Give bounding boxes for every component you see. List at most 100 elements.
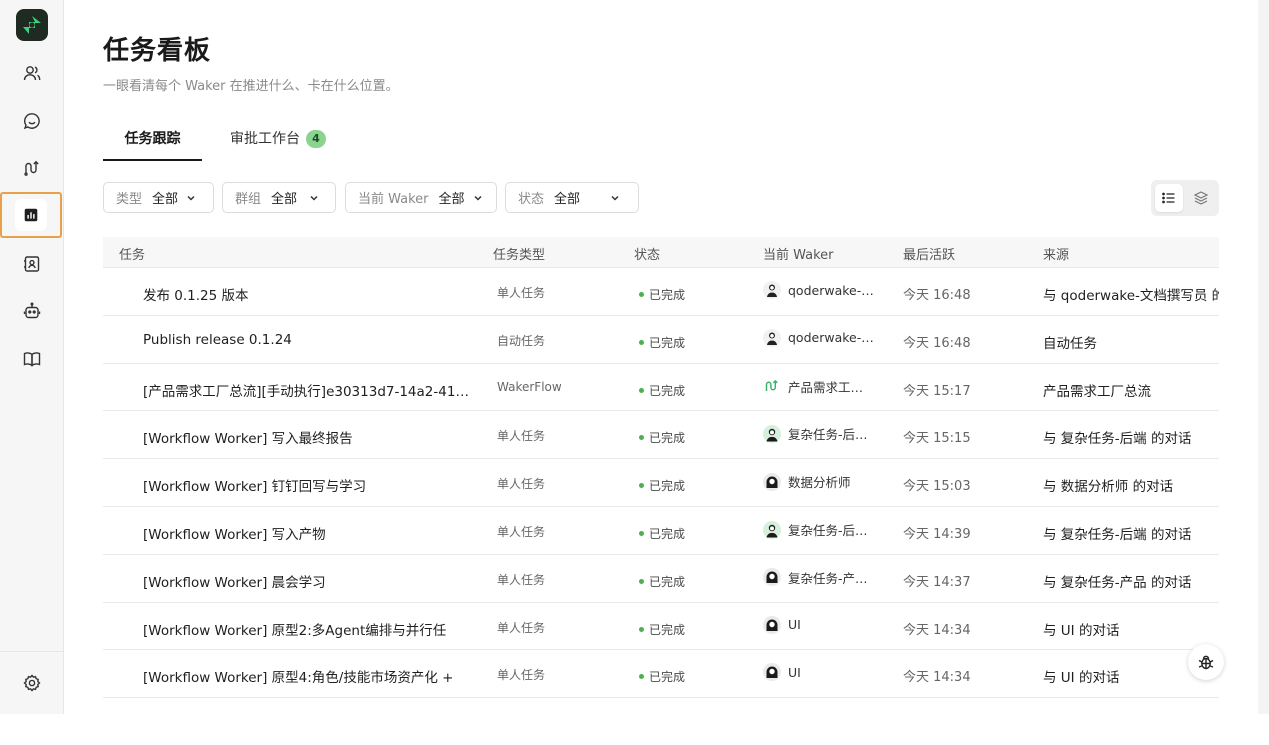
waker-name: 产品需求工… xyxy=(788,379,864,395)
status-label: 已完成 xyxy=(649,670,686,685)
tab-label: 任务跟踪 xyxy=(124,131,181,147)
current-waker[interactable]: UI xyxy=(763,615,881,634)
bug-icon xyxy=(1198,655,1214,670)
table-row[interactable]: [Workflow Worker] 写入产物 单人任务 已完成 复杂任务-后… … xyxy=(103,506,1219,554)
last-active-time: 今天 15:17 xyxy=(903,383,971,399)
task-title[interactable]: [产品需求工厂总流][手动执行]e30313d7-14a2-41b… xyxy=(143,380,473,400)
filter-value: 全部 xyxy=(271,192,298,207)
sidebar-item-settings[interactable] xyxy=(0,659,63,707)
status-label: 已完成 xyxy=(649,431,686,446)
view-toggle xyxy=(1151,180,1219,216)
sidebar-item-users[interactable] xyxy=(0,49,63,97)
filter-type[interactable]: 类型 全部 xyxy=(103,182,214,213)
task-type: 单人任务 xyxy=(497,429,546,444)
last-active-time: 今天 16:48 xyxy=(903,335,971,351)
task-type: 单人任务 xyxy=(497,525,546,539)
table-row[interactable]: Publish release 0.1.24 自动任务 已完成 qoderwak… xyxy=(103,314,1219,363)
current-waker[interactable]: 数据分析师 xyxy=(763,472,881,491)
avatar-flow xyxy=(763,377,781,395)
current-waker[interactable]: qoderwake-… xyxy=(763,281,881,299)
task-title[interactable]: [Workflow Worker] 晨会学习 xyxy=(143,571,473,591)
avatar-person-green xyxy=(763,424,781,443)
tab-bar: 任务跟踪 审批工作台 4 xyxy=(103,124,1219,161)
avatar-person-green xyxy=(763,520,781,539)
list-view-button[interactable] xyxy=(1155,184,1183,212)
tab-task-tracking[interactable]: 任务跟踪 xyxy=(103,124,202,161)
column-header-status[interactable]: 状态 xyxy=(634,244,660,263)
last-active-time: 今天 16:48 xyxy=(903,288,971,303)
current-waker[interactable]: UI xyxy=(763,663,881,682)
filter-group[interactable]: 群组 全部 xyxy=(222,182,336,213)
right-edge-panel xyxy=(1258,0,1269,714)
column-header-last-active[interactable]: 最后活跃 xyxy=(903,244,955,263)
sidebar-item-agents[interactable] xyxy=(0,287,63,335)
current-waker[interactable]: 复杂任务-产… xyxy=(763,568,881,587)
tab-label: 审批工作台 xyxy=(230,131,300,147)
layers-view-button[interactable] xyxy=(1187,184,1215,212)
task-title[interactable]: Publish release 0.1.24 xyxy=(143,332,473,348)
task-source: 与 数据分析师 的对话 xyxy=(1043,479,1174,496)
status-dot xyxy=(639,531,644,536)
status-badge: 已完成 xyxy=(639,477,685,494)
waker-name: qoderwake-… xyxy=(788,282,874,298)
current-waker[interactable]: qoderwake-… xyxy=(763,328,881,347)
sidebar-item-docs[interactable] xyxy=(0,335,63,383)
sidebar-item-workflow[interactable] xyxy=(0,144,63,192)
tab-badge: 4 xyxy=(306,130,326,148)
sidebar-item-chat[interactable] xyxy=(0,97,63,145)
status-dot xyxy=(639,387,644,393)
status-label: 已完成 xyxy=(649,479,686,494)
filter-current-waker[interactable]: 当前 Waker 全部 xyxy=(345,182,497,213)
current-waker[interactable]: 复杂任务-后… xyxy=(763,520,881,539)
chevron-down-icon xyxy=(474,195,482,201)
table-row-partial[interactable] xyxy=(103,697,1219,745)
filter-label: 状态 xyxy=(518,192,545,207)
waker-name: 数据分析师 xyxy=(788,475,851,491)
column-header-source[interactable]: 来源 xyxy=(1043,244,1069,263)
status-dot xyxy=(639,674,644,680)
app-logo[interactable] xyxy=(16,9,48,41)
chat-icon xyxy=(23,113,40,130)
table-row[interactable]: [Workflow Worker] 原型4:角色/技能市场资产化 + 单人任务 … xyxy=(103,649,1219,697)
avatar-person-dark xyxy=(763,568,781,587)
task-source: 与 复杂任务-后端 的对话 xyxy=(1043,431,1192,448)
current-waker[interactable]: 产品需求工… xyxy=(763,377,881,396)
waker-name: qoderwake-… xyxy=(788,330,874,346)
table-row[interactable]: [Workflow Worker] 钉钉回写与学习 单人任务 已完成 数据分析师… xyxy=(103,458,1219,506)
debug-fab-button[interactable] xyxy=(1188,644,1224,680)
logo-icon xyxy=(23,16,41,34)
status-badge: 已完成 xyxy=(639,286,685,303)
sidebar-item-contacts[interactable] xyxy=(0,240,63,288)
status-badge: 已完成 xyxy=(639,382,685,399)
filter-status[interactable]: 状态 全部 xyxy=(505,182,639,213)
task-type: 单人任务 xyxy=(497,286,546,300)
status-badge: 已完成 xyxy=(639,668,685,685)
status-label: 已完成 xyxy=(649,574,686,589)
table-row[interactable]: [产品需求工厂总流][手动执行]e30313d7-14a2-41b… Waker… xyxy=(103,362,1219,411)
task-title[interactable]: 发布 0.1.25 版本 xyxy=(143,284,473,304)
list-view-icon xyxy=(1162,192,1175,204)
column-header-type[interactable]: 任务类型 xyxy=(493,244,545,263)
task-title[interactable]: [Workflow Worker] 原型2:多Agent编排与并行任 xyxy=(143,619,473,639)
sidebar-divider xyxy=(0,651,63,652)
task-title[interactable]: [Workflow Worker] 写入最终报告 xyxy=(143,427,473,447)
current-waker[interactable]: 复杂任务-后… xyxy=(763,424,881,443)
last-active-time: 今天 15:03 xyxy=(903,479,971,495)
task-title[interactable]: [Workflow Worker] 钉钉回写与学习 xyxy=(143,475,473,495)
tab-approval-workbench[interactable]: 审批工作台 4 xyxy=(230,124,326,159)
column-header-task[interactable]: 任务 xyxy=(119,244,145,263)
avatar-person-dark xyxy=(763,472,781,491)
settings-icon xyxy=(22,674,41,692)
status-dot xyxy=(639,483,644,489)
table-row[interactable]: [Workflow Worker] 原型2:多Agent编排与并行任 单人任务 … xyxy=(103,601,1219,650)
table-row[interactable]: [Workflow Worker] 写入最终报告 单人任务 已完成 复杂任务-后… xyxy=(103,410,1219,458)
task-title[interactable]: [Workflow Worker] 写入产物 xyxy=(143,523,473,543)
sidebar-item-task-board[interactable] xyxy=(0,192,62,238)
page-subtitle: 一眼看清每个 Waker 在推进什么、卡在什么位置。 xyxy=(103,79,399,94)
table-row[interactable]: 发布 0.1.25 版本 单人任务 已完成 qoderwake-… 今天 16:… xyxy=(103,267,1219,315)
status-label: 已完成 xyxy=(649,383,686,398)
column-header-waker[interactable]: 当前 Waker xyxy=(763,244,834,263)
task-title[interactable]: [Workflow Worker] 原型4:角色/技能市场资产化 + xyxy=(143,666,473,686)
task-type: 单人任务 xyxy=(497,572,546,587)
table-row[interactable]: [Workflow Worker] 晨会学习 单人任务 已完成 复杂任务-产… … xyxy=(103,553,1219,602)
